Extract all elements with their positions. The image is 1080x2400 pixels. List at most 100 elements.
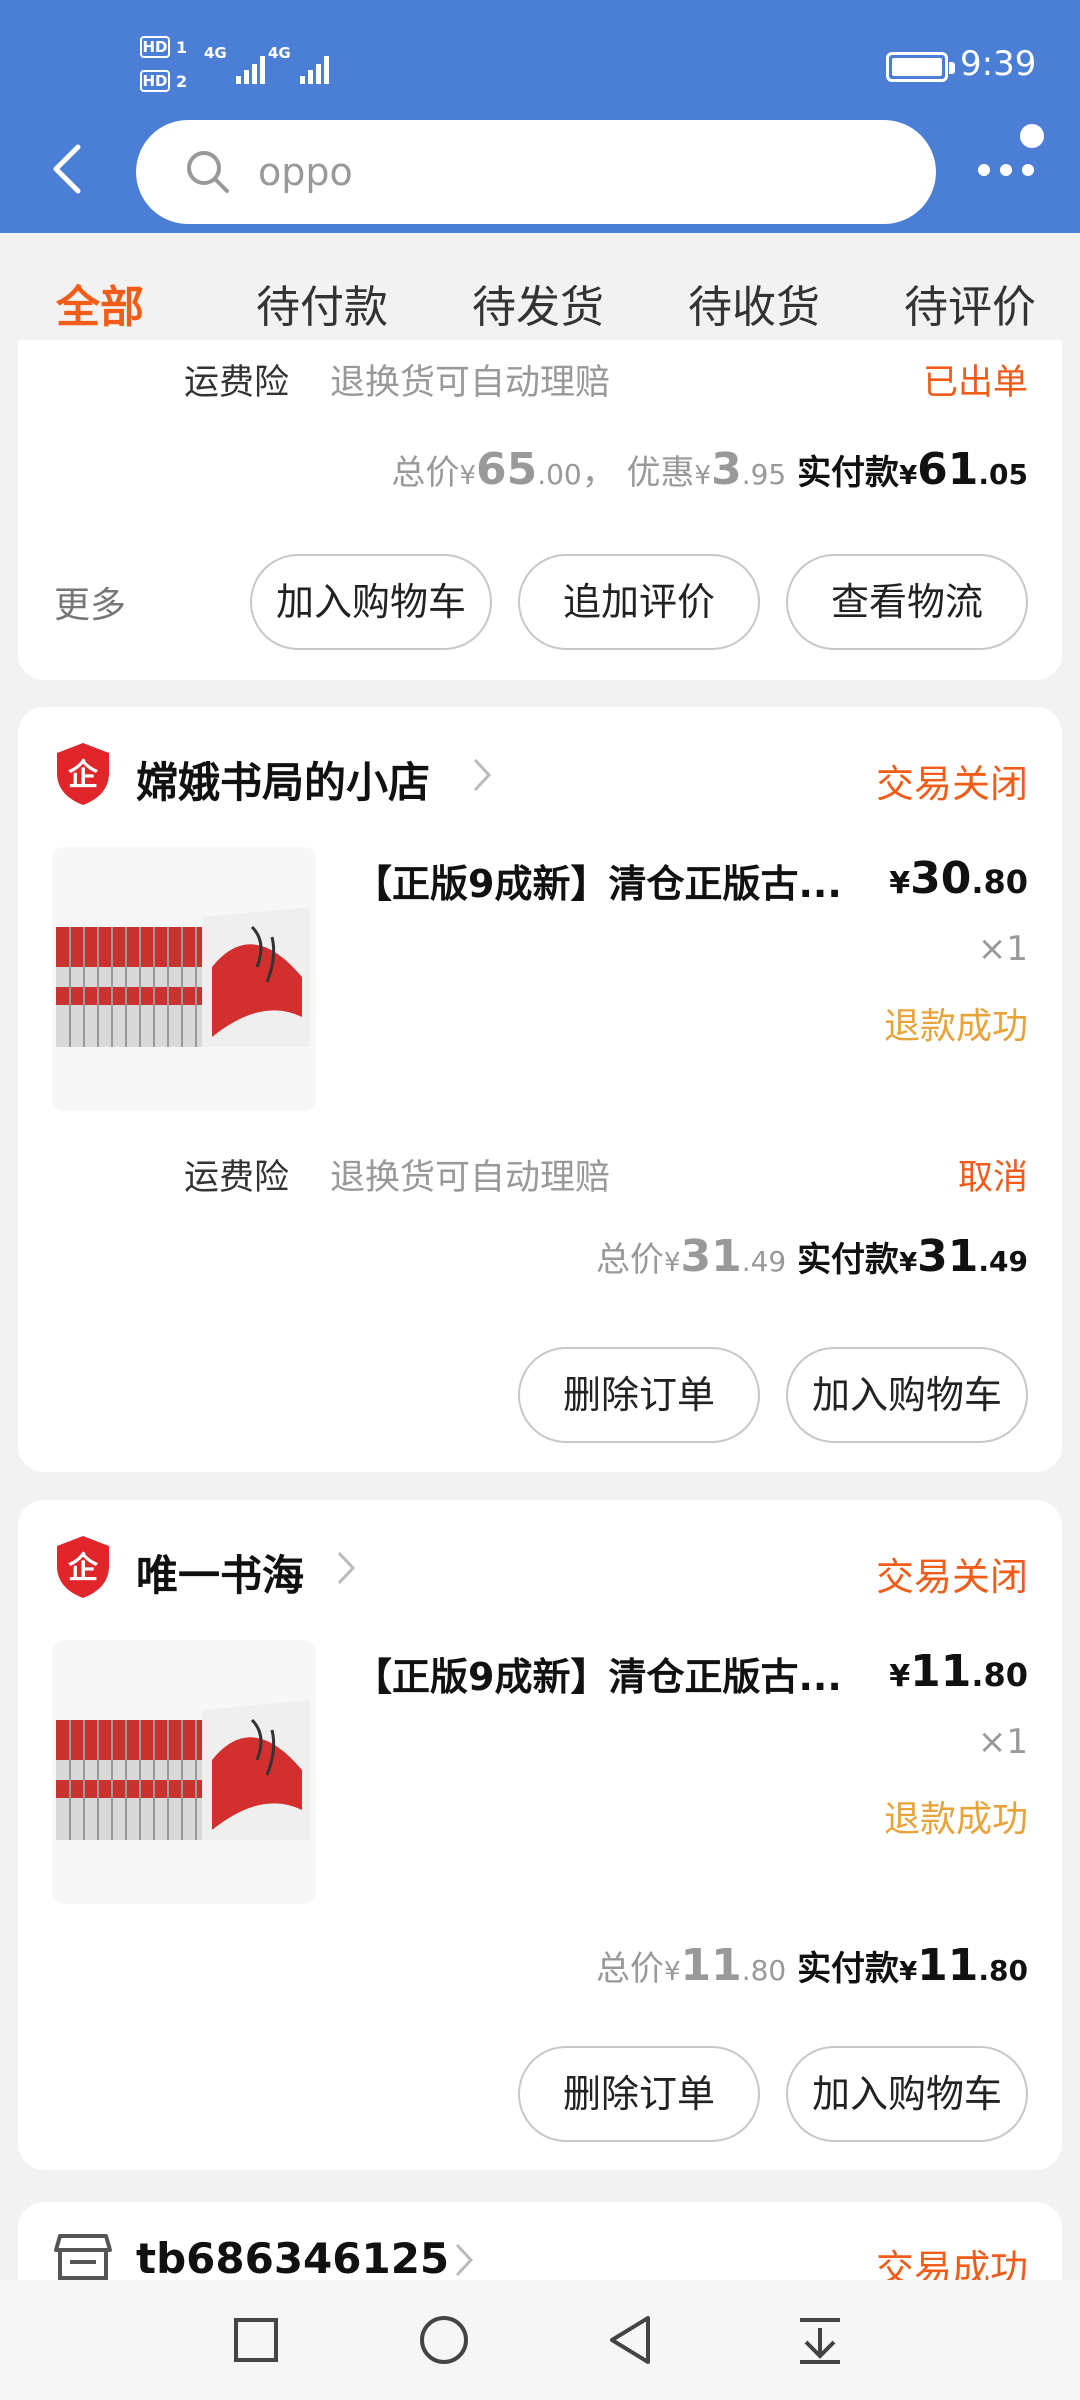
currency: ¥ xyxy=(899,461,918,491)
paid-label: 实付款 xyxy=(797,1240,900,1280)
discount-int: 3 xyxy=(711,444,742,495)
svg-text:企: 企 xyxy=(68,1551,99,1586)
paid-int: 61 xyxy=(917,444,979,495)
enterprise-shield-icon: 企 xyxy=(54,741,112,807)
price-dec: .80 xyxy=(971,1656,1028,1694)
currency: ¥ xyxy=(889,866,911,901)
insurance-description: 退换货可自动理赔 xyxy=(330,363,611,403)
refund-status[interactable]: 退款成功 xyxy=(884,1790,1028,1842)
delete-order-button[interactable]: 删除订单 xyxy=(518,1347,760,1443)
paid-label: 实付款 xyxy=(797,1949,900,1989)
order-tabs: 全部 待付款 待发货 待收货 待评价 xyxy=(0,233,1080,353)
currency: ¥ xyxy=(889,1659,911,1694)
tab-pending-receipt[interactable]: 待收货 xyxy=(688,271,820,335)
system-nav-bar xyxy=(0,2280,1080,2400)
shop-name[interactable]: 唯一书海 xyxy=(136,1542,304,1603)
shop-name[interactable]: tb686346125 xyxy=(136,2234,449,2283)
add-to-cart-button[interactable]: 加入购物车 xyxy=(250,554,492,650)
add-to-cart-button[interactable]: 加入购物车 xyxy=(786,2046,1028,2142)
enterprise-shield-icon: 企 xyxy=(54,1534,112,1600)
battery-icon xyxy=(886,52,955,82)
tab-pending-shipment[interactable]: 待发货 xyxy=(472,271,604,335)
separator: ， xyxy=(581,453,616,493)
delete-order-button[interactable]: 删除订单 xyxy=(518,2046,760,2142)
add-to-cart-button[interactable]: 加入购物车 xyxy=(786,1347,1028,1443)
currency: ¥ xyxy=(899,1957,918,1987)
notification-pull-icon[interactable] xyxy=(792,2312,848,2368)
refund-status[interactable]: 退款成功 xyxy=(884,997,1028,1049)
price-int: 30 xyxy=(910,853,972,904)
chevron-right-icon xyxy=(334,1548,358,1588)
currency: ¥ xyxy=(663,1248,681,1278)
search-input[interactable]: oppo xyxy=(136,120,936,224)
order-price-summary: 总价¥31.49 实付款¥31.49 xyxy=(596,1231,1028,1282)
total-dec: .80 xyxy=(741,1954,787,1987)
status-indicators: HD 1 HD 2 4G 4G xyxy=(140,34,340,94)
chevron-right-icon xyxy=(452,2240,476,2280)
view-logistics-button[interactable]: 查看物流 xyxy=(786,554,1028,650)
discount-dec: .95 xyxy=(741,458,787,491)
insurance-status: 取消 xyxy=(957,1158,1028,1198)
total-label: 总价 xyxy=(595,1949,664,1989)
order-price-summary: 总价¥11.80 实付款¥11.80 xyxy=(596,1940,1028,1991)
more-dots-icon[interactable] xyxy=(976,120,1056,200)
total-label: 总价 xyxy=(391,453,460,493)
signal-2-icon: 4G xyxy=(268,44,329,84)
total-int: 65 xyxy=(475,444,538,495)
currency: ¥ xyxy=(899,1248,918,1278)
recent-apps-icon[interactable] xyxy=(228,2312,284,2368)
paid-label: 实付款 xyxy=(797,453,900,493)
order-card: 企 唯一书海 交易关闭 【正版9成新】清仓正版古... ¥11.80 ×1 退款… xyxy=(18,1500,1062,2170)
sim-2-label: 2 xyxy=(176,72,188,91)
paid-dec: .05 xyxy=(978,458,1028,491)
order-card: 运费险 退换货可自动理赔 已出单 总价¥65.00， 优惠¥3.95 实付款¥6… xyxy=(18,340,1062,680)
hd-badge-1: HD xyxy=(140,36,170,58)
hd-badge-2: HD xyxy=(140,70,170,92)
discount-label: 优惠 xyxy=(626,453,695,493)
product-title[interactable]: 【正版9成新】清仓正版古... xyxy=(354,853,842,908)
chevron-right-icon xyxy=(470,755,494,795)
signal-1-icon: 4G xyxy=(204,44,265,84)
product-quantity: ×1 xyxy=(977,929,1028,969)
product-thumbnail[interactable] xyxy=(52,1640,316,1904)
tab-all[interactable]: 全部 xyxy=(56,271,144,335)
paid-dec: .49 xyxy=(978,1245,1028,1278)
add-review-button[interactable]: 追加评价 xyxy=(518,554,760,650)
product-quantity: ×1 xyxy=(977,1722,1028,1762)
order-status: 交易关闭 xyxy=(875,762,1028,806)
product-price: ¥30.80 xyxy=(889,853,1028,904)
product-thumbnail[interactable] xyxy=(52,847,316,1111)
order-price-summary: 总价¥65.00， 优惠¥3.95 实付款¥61.05 xyxy=(391,444,1028,495)
header-bar: HD 1 HD 2 4G 4G 9:39 oppo xyxy=(0,0,1080,233)
currency: ¥ xyxy=(694,461,712,491)
insurance-status: 已出单 xyxy=(922,363,1028,403)
insurance-label: 运费险 xyxy=(184,1158,290,1198)
product-title[interactable]: 【正版9成新】清仓正版古... xyxy=(354,1646,842,1701)
total-label: 总价 xyxy=(595,1240,664,1280)
paid-int: 31 xyxy=(917,1231,979,1282)
back-icon[interactable] xyxy=(604,2312,660,2368)
price-dec: .80 xyxy=(971,863,1028,901)
order-card: 企 嫦娥书局的小店 交易关闭 【正版9成新】清仓正版古... ¥30.80 ×1… xyxy=(18,707,1062,1472)
search-icon xyxy=(184,148,232,196)
home-icon[interactable] xyxy=(416,2312,472,2368)
insurance-label: 运费险 xyxy=(184,363,290,403)
tab-pending-review[interactable]: 待评价 xyxy=(904,271,1036,335)
paid-dec: .80 xyxy=(978,1954,1028,1987)
product-price: ¥11.80 xyxy=(889,1646,1028,1697)
total-int: 11 xyxy=(680,1940,742,1991)
search-query-text: oppo xyxy=(258,150,353,194)
sim-1-label: 1 xyxy=(176,38,188,57)
insurance-description: 退换货可自动理赔 xyxy=(330,1158,611,1198)
total-dec: .00 xyxy=(537,458,582,491)
store-icon xyxy=(54,2232,112,2282)
shop-name[interactable]: 嫦娥书局的小店 xyxy=(136,749,430,810)
tab-pending-payment[interactable]: 待付款 xyxy=(256,271,388,335)
order-status: 交易关闭 xyxy=(875,1555,1028,1599)
paid-int: 11 xyxy=(917,1940,979,1991)
svg-text:企: 企 xyxy=(68,758,99,793)
total-dec: .49 xyxy=(741,1245,787,1278)
back-arrow-icon[interactable] xyxy=(48,143,88,195)
more-link[interactable]: 更多 xyxy=(54,576,126,628)
currency: ¥ xyxy=(459,461,476,491)
